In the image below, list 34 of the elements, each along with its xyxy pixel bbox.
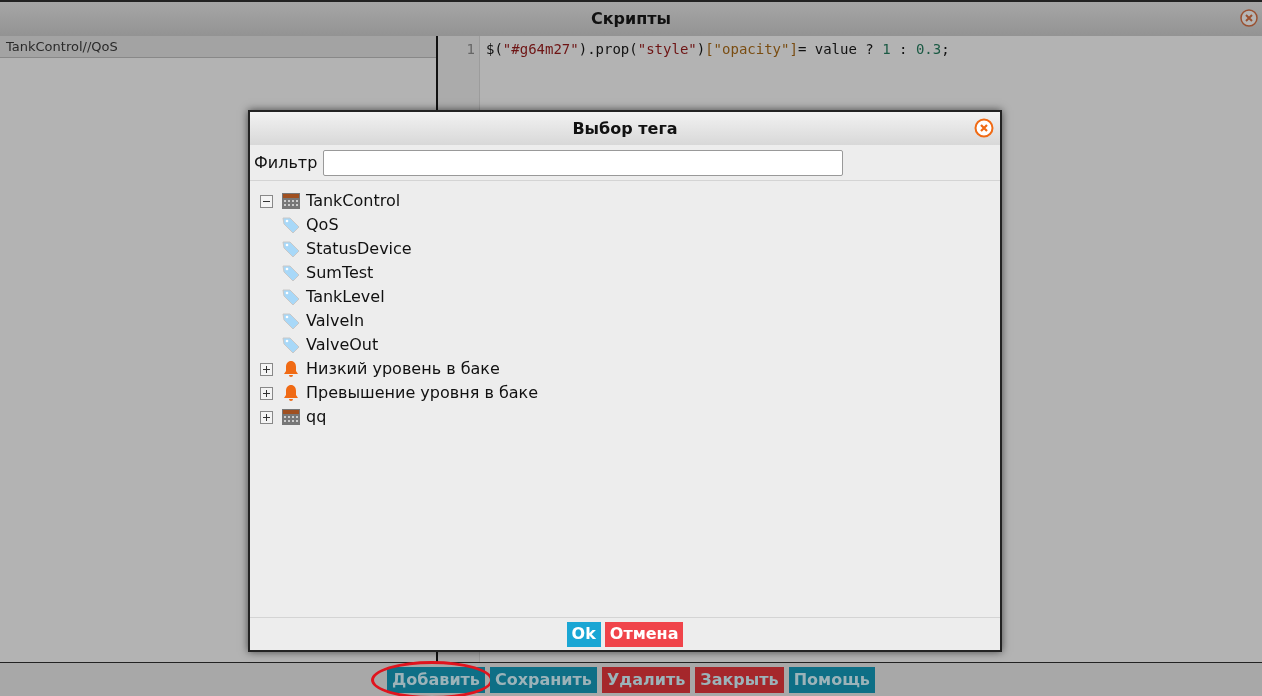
expand-icon[interactable]	[260, 362, 273, 376]
tree-item[interactable]: SumTest	[306, 261, 374, 285]
tree-item[interactable]: ValveIn	[306, 309, 365, 333]
device-icon	[282, 193, 300, 209]
filter-field[interactable]	[323, 149, 844, 176]
close-icon[interactable]	[1240, 9, 1258, 27]
tag-icon	[282, 240, 300, 258]
collapse-icon[interactable]	[260, 194, 273, 208]
close-icon[interactable]	[974, 118, 994, 138]
tree-item[interactable]: QoS	[306, 213, 339, 237]
bell-icon	[282, 384, 300, 402]
tag-icon	[282, 216, 300, 234]
tree-item[interactable]: TankControl	[306, 189, 401, 213]
tag-icon	[282, 336, 300, 354]
tree-item[interactable]: ValveOut	[306, 333, 379, 357]
sidebar-item[interactable]: TankControl//QoS	[0, 36, 436, 58]
tree-item[interactable]: StatusDevice	[306, 237, 412, 261]
expand-icon[interactable]	[260, 410, 273, 424]
line-number: 1	[466, 40, 475, 59]
bell-icon	[282, 360, 300, 378]
tree-item[interactable]: Низкий уровень в баке	[306, 357, 500, 381]
tree-item[interactable]: qq	[306, 405, 327, 429]
dialog-button[interactable]: Отмена	[604, 621, 684, 647]
expand-icon[interactable]	[260, 386, 273, 400]
device-icon	[282, 409, 300, 425]
tree-item[interactable]: TankLevel	[306, 285, 385, 309]
tag-icon	[282, 312, 300, 330]
tag-icon	[282, 288, 300, 306]
window-title: Скрипты	[590, 8, 672, 30]
dialog-title: Выбор тега	[572, 117, 678, 140]
tree-item[interactable]: Превышение уровня в баке	[306, 381, 539, 405]
filter-label: Фильтр	[254, 151, 318, 174]
tag-icon	[282, 264, 300, 282]
code-line: $("#g64m27").prop("style")["opacity"]= value ? 1 : 0.3;	[486, 40, 950, 59]
